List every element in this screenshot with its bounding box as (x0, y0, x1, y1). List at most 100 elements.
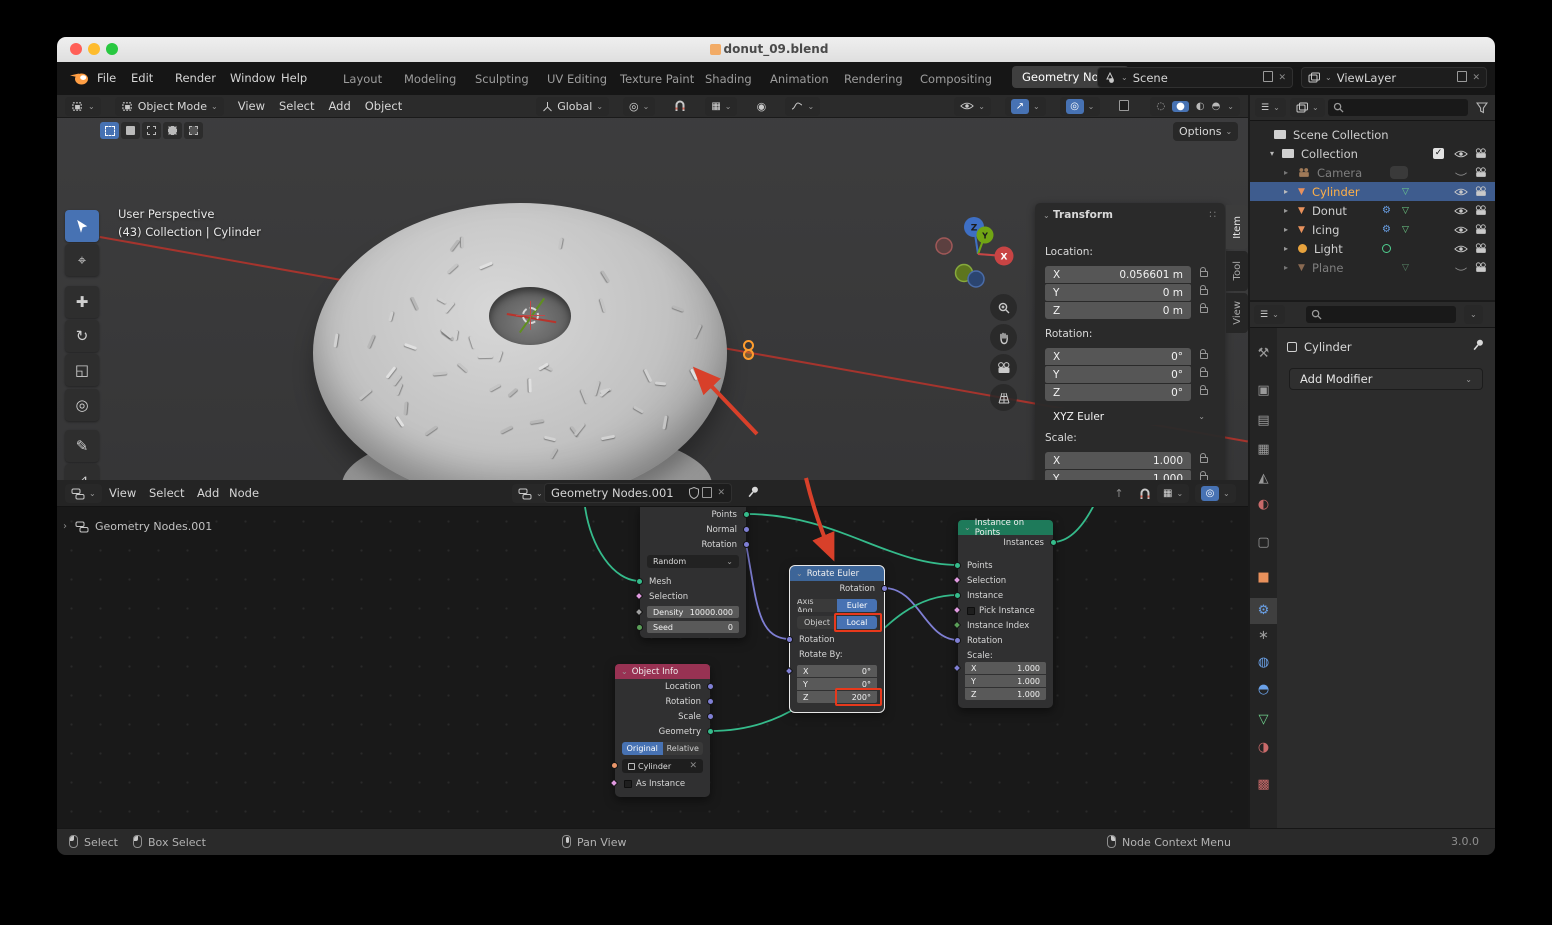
tool-annotate[interactable]: ✎ (65, 430, 99, 462)
render-visibility-icon[interactable] (1474, 186, 1488, 197)
lock-icon[interactable] (1200, 457, 1208, 463)
rotation-y-field[interactable]: Y0° (1045, 366, 1191, 383)
lock-icon[interactable] (1200, 353, 1208, 359)
ne-menu-add[interactable]: Add (197, 486, 219, 500)
render-visibility-icon[interactable] (1474, 243, 1488, 254)
expand-icon[interactable]: ▸ (1284, 225, 1288, 234)
socket-location-out[interactable] (707, 683, 714, 690)
socket-normal-out[interactable] (743, 526, 750, 533)
outliner-row-camera[interactable]: ▸ Camera (1250, 163, 1495, 182)
mode-selector[interactable]: Object Mode⌄ (115, 97, 224, 116)
scene-selector[interactable]: ⌄ Scene ✕ (1097, 67, 1293, 88)
render-visibility-icon[interactable] (1474, 262, 1488, 273)
socket-scale-out[interactable] (707, 713, 714, 720)
sidebar-tab-view[interactable]: View (1226, 293, 1248, 333)
proportional-editing-toggle[interactable]: ◉ (751, 97, 771, 116)
socket-points-out[interactable] (743, 511, 750, 518)
vp-menu-view[interactable]: View (238, 99, 265, 113)
menu-file[interactable]: File (97, 71, 116, 85)
tab-compositing[interactable]: Compositing (920, 72, 992, 86)
expand-icon[interactable]: ▸ (1284, 168, 1288, 177)
hide-icon[interactable] (1454, 206, 1468, 216)
menu-help[interactable]: Help (281, 71, 307, 85)
lock-icon[interactable] (1200, 289, 1208, 295)
show-visibility-button[interactable]: ⌄ (954, 97, 991, 116)
ne-snap-toggle[interactable] (1135, 484, 1155, 503)
hide-icon-closed[interactable] (1454, 170, 1468, 178)
expand-icon[interactable]: ▸ (1284, 187, 1288, 196)
as-instance-checkbox[interactable] (624, 780, 632, 788)
filter-funnel-icon[interactable] (1476, 102, 1488, 114)
scale-x-field[interactable]: X1.000 (1045, 452, 1191, 469)
relative-button[interactable]: Relative (663, 742, 704, 755)
tab-animation[interactable]: Animation (770, 72, 829, 86)
pivot-point-button[interactable]: ◎⌄ (623, 97, 655, 116)
go-to-parent-tree-button[interactable]: ↑ (1109, 484, 1129, 503)
show-overlays-button[interactable]: ◎⌄ (1060, 97, 1101, 116)
proportional-falloff-button[interactable]: ⌄ (785, 97, 820, 116)
show-gizmo-button[interactable]: ↗⌄ (1005, 97, 1046, 116)
socket-rotation-out[interactable] (743, 541, 750, 548)
tool-cursor[interactable]: ⌖ (65, 244, 99, 276)
select-mode-extend[interactable] (121, 122, 140, 139)
lock-icon[interactable] (1200, 389, 1208, 395)
props-tab-scene[interactable]: ◭ (1250, 471, 1277, 486)
menu-window[interactable]: Window (230, 71, 275, 85)
socket-rotate-by-in[interactable] (785, 667, 793, 675)
location-z-field[interactable]: Z0 m (1045, 302, 1191, 319)
scale-x-field[interactable]: X1.000 (965, 662, 1046, 674)
lock-icon[interactable] (1200, 307, 1208, 313)
expand-icon[interactable]: ▸ (1284, 206, 1288, 215)
sidebar-tab-item[interactable]: Item (1226, 205, 1248, 249)
tab-texture-paint[interactable]: Texture Paint (620, 72, 694, 86)
socket-scale-in[interactable] (953, 664, 961, 672)
scale-y-field[interactable]: Y1.000 (965, 675, 1046, 687)
props-tab-modifiers-active[interactable]: ⚙ (1250, 598, 1277, 624)
shading-solid-button[interactable]: ● (1172, 101, 1189, 112)
rotation-mode-dropdown[interactable]: XYZ Euler⌄ (1045, 408, 1213, 425)
node-header[interactable]: ⌄Object Info (615, 664, 710, 679)
props-tab-object-data[interactable]: ▽ (1250, 712, 1277, 727)
props-tab-output[interactable]: ▤ (1250, 413, 1277, 428)
scale-y-field[interactable]: Y1.000 (1045, 470, 1191, 480)
tool-move[interactable]: ✚ (65, 286, 99, 318)
distribute-method-dropdown[interactable]: Random⌄ (647, 555, 739, 568)
space-object-button[interactable]: Object (797, 616, 837, 629)
add-modifier-dropdown[interactable]: Add Modifier ⌄ (1289, 368, 1483, 390)
viewlayer-selector[interactable]: ⌄ ViewLayer ✕ (1301, 67, 1487, 88)
perspective-toggle-button[interactable] (990, 384, 1017, 411)
properties-search-input[interactable] (1306, 306, 1456, 323)
outliner-row-donut[interactable]: ▸ ▼ Donut ⚙ ▽ (1250, 201, 1495, 220)
transform-orientation[interactable]: Global⌄ (536, 97, 609, 116)
hide-icon-closed[interactable] (1454, 265, 1468, 273)
tool-select-box[interactable] (65, 210, 99, 242)
socket-mesh-in[interactable] (636, 578, 643, 585)
lock-icon[interactable] (1200, 371, 1208, 377)
props-tab-tool[interactable]: ⚒ (1250, 346, 1277, 361)
node-canvas[interactable]: › Geometry Nodes.001 Points Normal Rotat… (57, 507, 1248, 828)
pick-instance-checkbox[interactable] (967, 607, 975, 615)
node-distribute-points[interactable]: Points Normal Rotation Random⌄ Mesh Sele… (640, 507, 746, 638)
seed-field[interactable]: Seed0 (647, 621, 739, 633)
navigation-gizmo[interactable]: Z Y X (927, 210, 1027, 295)
props-tab-particles[interactable]: ∗ (1250, 628, 1277, 643)
node-header[interactable]: ⌄Instance on Points (958, 520, 1053, 535)
ne-menu-node[interactable]: Node (229, 486, 259, 500)
sidebar-tab-tool[interactable]: Tool (1226, 251, 1248, 291)
outliner-filter-mode[interactable]: ⌄ (1290, 98, 1325, 117)
tab-shading[interactable]: Shading (705, 72, 752, 86)
props-tab-object[interactable]: ■ (1250, 570, 1277, 585)
options-button[interactable]: Options⌄ (1173, 122, 1238, 141)
render-visibility-icon[interactable] (1474, 224, 1488, 235)
hide-icon[interactable] (1454, 225, 1468, 235)
editor-type-button[interactable]: ⌄ (65, 97, 101, 116)
menu-render[interactable]: Render (175, 71, 216, 85)
socket-rotation-out[interactable] (881, 585, 888, 592)
tool-rotate[interactable]: ↻ (65, 320, 99, 352)
vp-menu-object[interactable]: Object (365, 99, 402, 113)
location-x-field[interactable]: X0.056601 m (1045, 266, 1191, 283)
unlink-node-tree-icon[interactable]: ✕ (717, 488, 725, 498)
location-y-field[interactable]: Y0 m (1045, 284, 1191, 301)
rotation-z-field[interactable]: Z0° (1045, 384, 1191, 401)
node-tree-selector[interactable]: Geometry Nodes.001 ✕ (544, 483, 732, 503)
